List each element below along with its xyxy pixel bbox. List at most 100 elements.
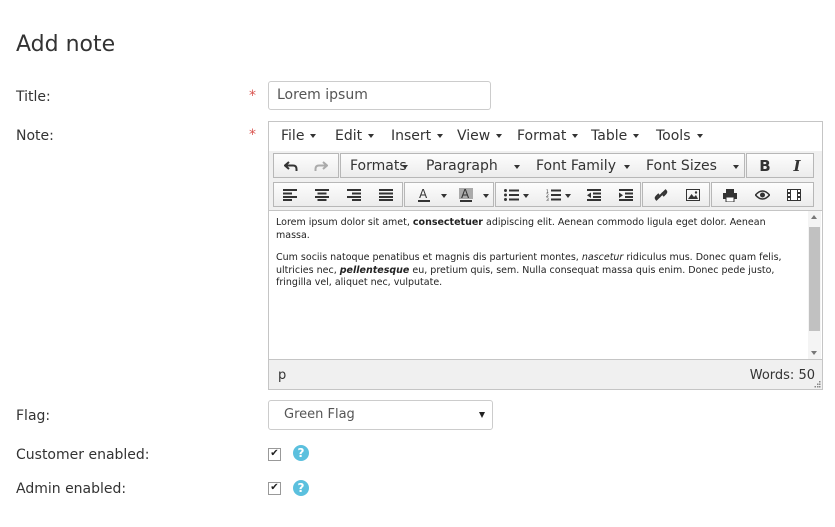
undo-icon xyxy=(284,161,298,171)
scroll-up-icon[interactable] xyxy=(811,215,817,219)
admin-enabled-help-icon[interactable]: ? xyxy=(293,480,309,496)
content-text: Cum sociis natoque penatibus et magnis d… xyxy=(276,252,582,263)
flag-select[interactable]: Green Flag xyxy=(268,400,493,430)
background-color-icon: A xyxy=(459,187,473,202)
insert-link-button[interactable] xyxy=(651,185,671,205)
editor-toolbar-row-1: Formats Paragraph Font Family Font Sizes… xyxy=(273,153,814,178)
menu-edit[interactable]: Edit xyxy=(335,128,374,144)
indent-button[interactable] xyxy=(616,185,636,205)
print-preview-media-group xyxy=(711,182,814,207)
italic-button[interactable]: I xyxy=(787,156,807,176)
align-center-button[interactable] xyxy=(312,185,332,205)
outdent-button[interactable] xyxy=(584,185,604,205)
formats-caret-icon xyxy=(402,165,408,169)
content-text: Lorem ipsum dolor sit amet, xyxy=(276,217,413,228)
eye-icon xyxy=(754,190,770,200)
svg-text:A: A xyxy=(419,187,428,201)
justify-button[interactable] xyxy=(376,185,396,205)
note-required-marker: * xyxy=(249,127,256,143)
link-icon xyxy=(654,189,668,201)
align-left-icon xyxy=(283,189,297,201)
media-icon xyxy=(787,189,801,201)
link-image-group xyxy=(642,182,710,207)
text-color-icon: A xyxy=(418,187,430,202)
title-required-marker: * xyxy=(249,88,256,104)
menu-format[interactable]: Format xyxy=(517,128,578,144)
history-group xyxy=(273,153,339,178)
editor-content[interactable]: Lorem ipsum dolor sit amet, consectetuer… xyxy=(269,210,822,360)
admin-enabled-label: Admin enabled: xyxy=(16,481,127,497)
text-color-button[interactable]: A xyxy=(413,185,435,205)
editor-menubar: File Edit Insert View Format Table Tools xyxy=(269,122,822,151)
background-color-caret-icon xyxy=(483,194,489,198)
customer-enabled-help-icon[interactable]: ? xyxy=(293,445,309,461)
alignment-group xyxy=(273,182,403,207)
text-color-caret-icon xyxy=(441,194,447,198)
font-sizes-dropdown[interactable]: Font Sizes xyxy=(646,158,717,174)
image-icon xyxy=(686,189,700,201)
page-title: Add note xyxy=(16,32,116,57)
color-group: A A xyxy=(404,182,494,207)
bullet-list-caret-icon xyxy=(523,194,529,198)
admin-enabled-checkbox[interactable]: ✔ xyxy=(268,482,281,495)
rich-text-editor: File Edit Insert View Format Table Tools… xyxy=(268,121,823,390)
list-indent-group: 123 xyxy=(495,182,641,207)
numbered-list-button[interactable]: 123 xyxy=(544,185,562,205)
content-paragraph-2: Cum sociis natoque penatibus et magnis d… xyxy=(276,252,802,290)
editor-scrollbar[interactable] xyxy=(808,211,821,359)
content-paragraph-1: Lorem ipsum dolor sit amet, consectetuer… xyxy=(276,217,802,242)
menu-table[interactable]: Table xyxy=(591,128,639,144)
scroll-down-icon[interactable] xyxy=(811,351,817,355)
preview-button[interactable] xyxy=(752,185,772,205)
customer-enabled-label: Customer enabled: xyxy=(16,447,150,463)
align-justify-icon xyxy=(379,189,393,201)
paragraph-caret-icon xyxy=(514,165,520,169)
note-label: Note: xyxy=(16,128,54,144)
indent-icon xyxy=(619,189,633,201)
align-right-button[interactable] xyxy=(344,185,364,205)
insert-media-button[interactable] xyxy=(784,185,804,205)
numbered-list-caret-icon xyxy=(565,194,571,198)
title-label: Title: xyxy=(16,89,51,105)
chevron-down-icon xyxy=(479,412,485,418)
svg-text:3: 3 xyxy=(546,197,549,201)
redo-button[interactable] xyxy=(310,156,332,176)
flag-label: Flag: xyxy=(16,408,51,424)
paragraph-dropdown[interactable]: Paragraph xyxy=(426,158,498,174)
content-bold-italic-text: pellentesque xyxy=(339,264,410,276)
scrollbar-thumb[interactable] xyxy=(809,227,820,331)
element-path[interactable]: p xyxy=(278,368,286,383)
numbered-list-icon: 123 xyxy=(546,189,561,201)
menu-file[interactable]: File xyxy=(281,128,316,144)
bold-button[interactable]: B xyxy=(755,156,775,176)
align-center-icon xyxy=(315,189,329,201)
align-right-icon xyxy=(347,189,361,201)
align-left-button[interactable] xyxy=(280,185,300,205)
font-family-caret-icon xyxy=(624,165,630,169)
editor-statusbar: p Words: 50 xyxy=(269,360,822,390)
format-dropdowns-group: Formats Paragraph Font Family Font Sizes xyxy=(340,153,745,178)
content-bold-text: consectetuer xyxy=(412,217,483,228)
content-italic-text: nascetur xyxy=(581,252,624,263)
menu-view[interactable]: View xyxy=(457,128,502,144)
formats-dropdown[interactable]: Formats xyxy=(350,158,407,174)
menu-insert[interactable]: Insert xyxy=(391,128,443,144)
menu-tools[interactable]: Tools xyxy=(656,128,703,144)
redo-icon xyxy=(314,161,328,171)
bullet-list-icon xyxy=(503,189,519,201)
svg-text:A: A xyxy=(461,187,470,201)
title-input[interactable]: Lorem ipsum xyxy=(268,81,491,110)
font-sizes-caret-icon xyxy=(733,165,739,169)
print-button[interactable] xyxy=(720,185,740,205)
insert-image-button[interactable] xyxy=(683,185,703,205)
undo-button[interactable] xyxy=(280,156,302,176)
background-color-button[interactable]: A xyxy=(455,185,477,205)
bullet-list-button[interactable] xyxy=(502,185,520,205)
flag-selected-value: Green Flag xyxy=(284,407,355,422)
resize-handle-icon[interactable] xyxy=(814,381,821,388)
font-family-dropdown[interactable]: Font Family xyxy=(536,158,616,174)
editor-toolbar-row-2: A A 123 xyxy=(273,182,814,207)
outdent-icon xyxy=(587,189,601,201)
word-count: Words: 50 xyxy=(749,368,815,383)
customer-enabled-checkbox[interactable]: ✔ xyxy=(268,448,281,461)
